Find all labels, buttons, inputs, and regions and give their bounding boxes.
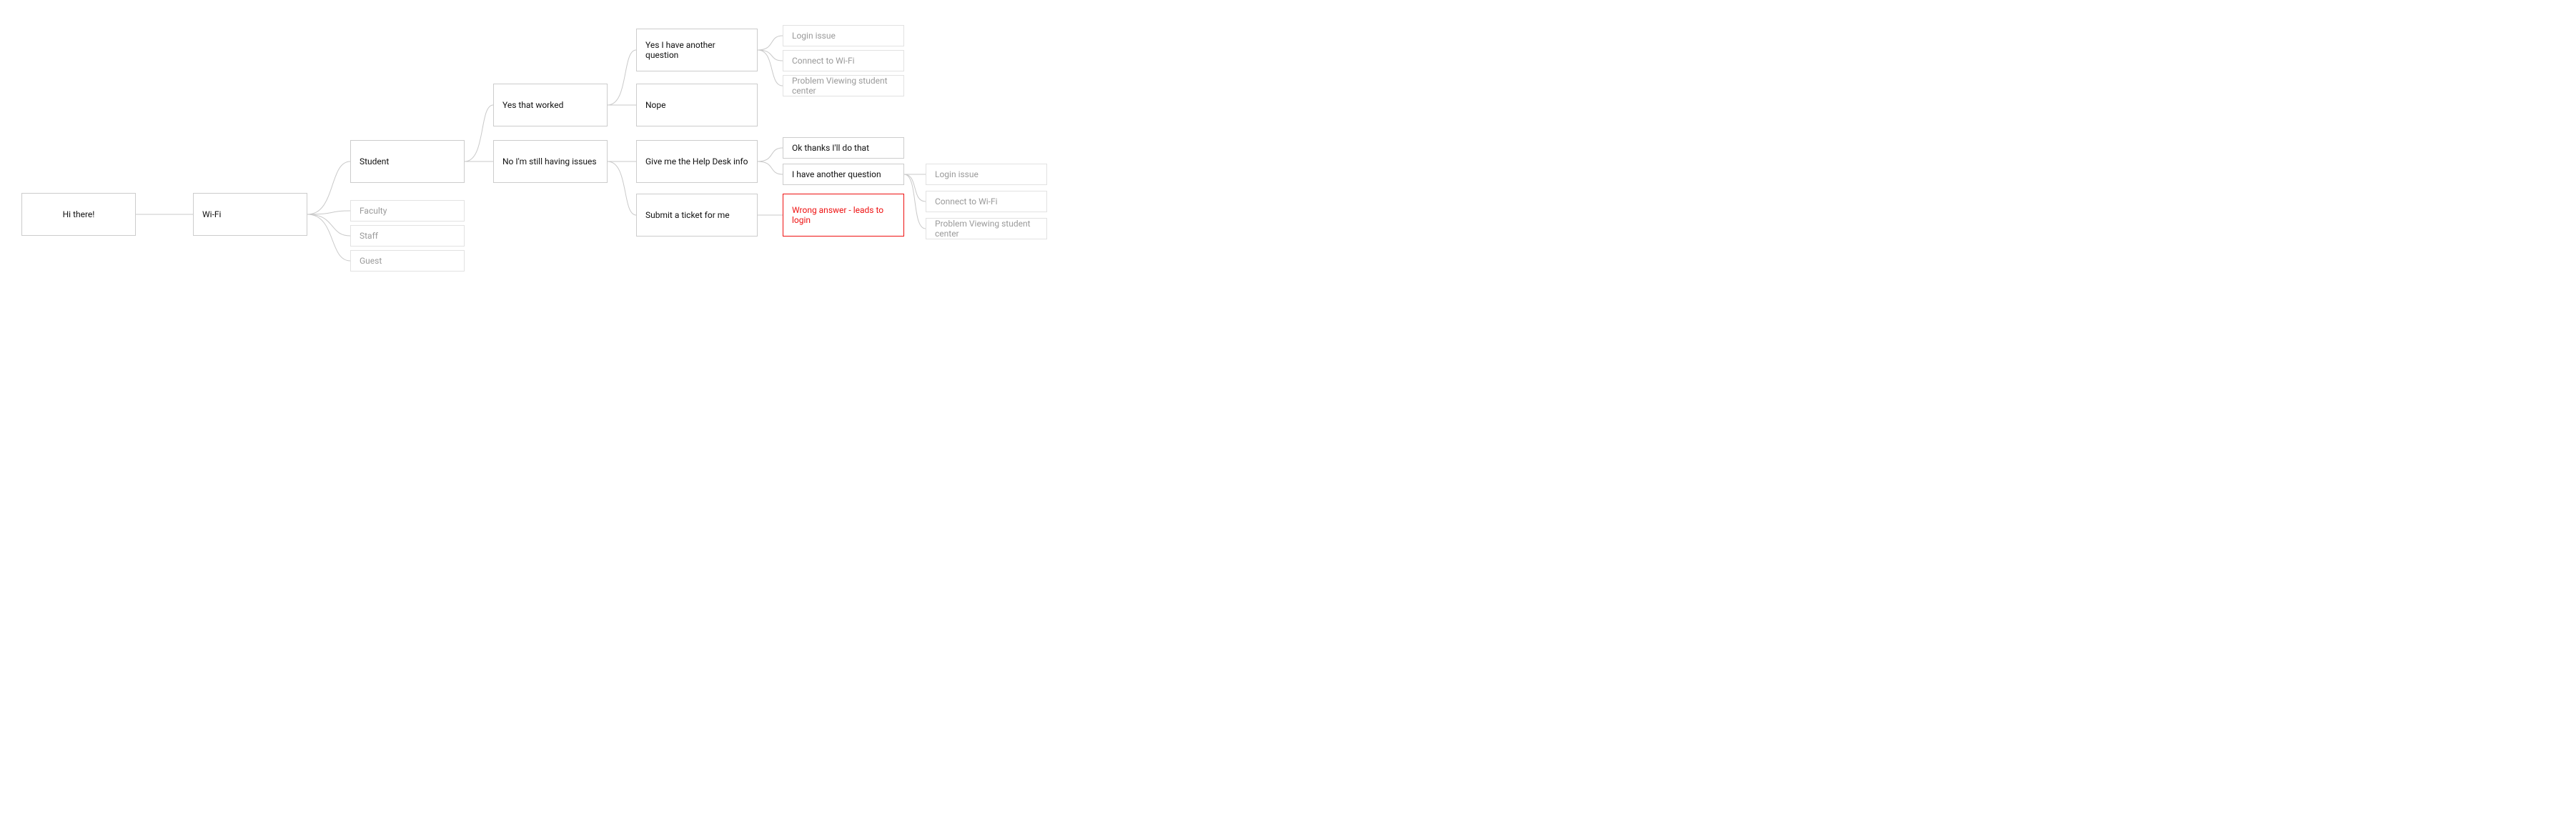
node-yes-another-question[interactable]: Yes I have another question	[636, 29, 758, 71]
node-guest[interactable]: Guest	[350, 250, 465, 272]
node-label: Problem Viewing student center	[792, 76, 895, 96]
node-yes-that-worked[interactable]: Yes that worked	[493, 84, 608, 126]
node-faculty[interactable]: Faculty	[350, 200, 465, 222]
node-label: I have another question	[792, 169, 881, 179]
node-label: No I'm still having issues	[502, 156, 597, 166]
node-still-having-issues[interactable]: No I'm still having issues	[493, 140, 608, 183]
node-student[interactable]: Student	[350, 140, 465, 183]
node-label: Yes I have another question	[645, 40, 748, 60]
node-wrong-answer[interactable]: Wrong answer - leads to login	[783, 194, 904, 237]
node-label: Guest	[360, 256, 382, 266]
node-label: Student	[360, 156, 389, 166]
node-label: Yes that worked	[502, 100, 563, 110]
flow-canvas: Hi there! Wi-Fi Student Faculty Staff Gu…	[0, 0, 1119, 357]
node-wifi[interactable]: Wi-Fi	[193, 193, 307, 236]
node-connect-wifi-b[interactable]: Connect to Wi-Fi	[926, 191, 1047, 212]
node-label: Faculty	[360, 206, 387, 216]
node-label: Wi-Fi	[202, 209, 221, 219]
node-problem-student-center-b[interactable]: Problem Viewing student center	[926, 218, 1047, 239]
node-help-desk-info[interactable]: Give me the Help Desk info	[636, 140, 758, 183]
node-label: Problem Viewing student center	[935, 219, 1038, 239]
node-login-issue-a[interactable]: Login issue	[783, 25, 904, 46]
node-submit-ticket[interactable]: Submit a ticket for me	[636, 194, 758, 237]
node-staff[interactable]: Staff	[350, 225, 465, 247]
node-problem-student-center-a[interactable]: Problem Viewing student center	[783, 75, 904, 96]
node-connect-wifi-a[interactable]: Connect to Wi-Fi	[783, 50, 904, 71]
node-hi-there[interactable]: Hi there!	[21, 193, 136, 236]
node-label: Staff	[360, 231, 378, 241]
node-have-another-question[interactable]: I have another question	[783, 164, 904, 185]
node-label: Nope	[645, 100, 666, 110]
node-label: Login issue	[935, 169, 979, 179]
node-label: Give me the Help Desk info	[645, 156, 748, 166]
node-label: Connect to Wi-Fi	[792, 56, 855, 66]
node-label: Wrong answer - leads to login	[792, 205, 895, 225]
node-label: Login issue	[792, 31, 836, 41]
node-nope[interactable]: Nope	[636, 84, 758, 126]
node-label: Submit a ticket for me	[645, 210, 730, 220]
node-label: Connect to Wi-Fi	[935, 196, 998, 207]
node-label: Hi there!	[63, 209, 95, 219]
node-ok-thanks[interactable]: Ok thanks I'll do that	[783, 137, 904, 159]
node-login-issue-b[interactable]: Login issue	[926, 164, 1047, 185]
node-label: Ok thanks I'll do that	[792, 143, 869, 153]
